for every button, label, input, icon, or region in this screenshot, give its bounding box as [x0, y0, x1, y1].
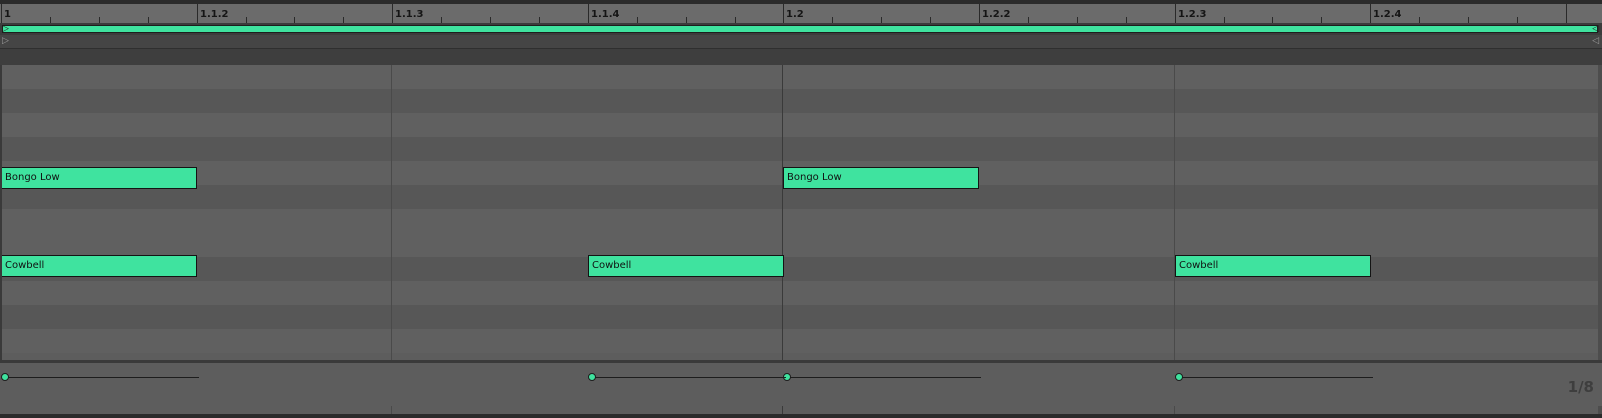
ruler-beat-tick [588, 4, 589, 23]
midi-note-label: Bongo Low [5, 172, 60, 183]
note-lane[interactable] [0, 209, 1602, 233]
velocity-handle[interactable] [588, 373, 596, 381]
midi-note[interactable]: Bongo Low [783, 167, 979, 189]
loop-end-marker-icon[interactable]: ◁ [1592, 24, 1599, 34]
loop-region[interactable] [2, 25, 1598, 33]
ruler-beat-tick [1566, 4, 1567, 23]
ruler-label: 1.1.3 [395, 9, 424, 20]
ruler-label: 1.1.4 [591, 9, 620, 20]
ruler-label: 1.2 [786, 9, 804, 20]
ruler-label: 1.2.2 [982, 9, 1011, 20]
ruler-beat-tick [197, 4, 198, 23]
velocity-lane[interactable]: 1/8 [0, 360, 1602, 406]
note-grid[interactable] [0, 65, 1602, 360]
velocity-stem [1179, 377, 1373, 378]
note-lane[interactable] [0, 65, 1602, 89]
velocity-handle[interactable] [1175, 373, 1183, 381]
ruler-beat-tick [392, 4, 393, 23]
note-lane[interactable] [0, 281, 1602, 305]
note-lane[interactable] [0, 89, 1602, 113]
velocity-stem [5, 377, 199, 378]
loop-brace-bar[interactable]: ▷ ◁ [0, 23, 1602, 35]
midi-clip-editor: 1 1.1.2 1.1.3 1.1.4 1.2 1.2.2 1.2.3 1.2.4 ▷ ◁ ▷… [0, 4, 1602, 414]
midi-note-label: Bongo Low [787, 172, 842, 183]
ruler-beat-tick [783, 4, 784, 23]
start-marker-icon[interactable]: ▷ [2, 36, 9, 46]
velocity-stem [787, 377, 981, 378]
midi-note-label: Cowbell [1179, 260, 1219, 271]
midi-note[interactable]: Cowbell [588, 255, 784, 277]
ruler-label: 1.2.3 [1178, 9, 1207, 20]
loop-start-marker-icon[interactable]: ▷ [2, 24, 9, 34]
midi-note-label: Cowbell [592, 260, 632, 271]
note-lane[interactable] [0, 113, 1602, 137]
ruler-beat-tick [1175, 4, 1176, 23]
ruler-beat-tick [979, 4, 980, 23]
midi-note-label: Cowbell [5, 260, 45, 271]
velocity-handle[interactable] [1, 373, 9, 381]
ruler-label: 1.2.4 [1373, 9, 1402, 20]
midi-note[interactable]: Bongo Low [1, 167, 197, 189]
end-marker-icon[interactable]: ◁ [1592, 36, 1599, 46]
ruler-label: 1 [4, 9, 11, 20]
grid-size-label[interactable]: 1/8 [1568, 378, 1594, 396]
beat-time-ruler[interactable]: 1 1.1.2 1.1.3 1.1.4 1.2 1.2.2 1.2.3 1.2.4 [0, 4, 1602, 23]
midi-note[interactable]: Cowbell [1175, 255, 1371, 277]
note-lane[interactable] [0, 305, 1602, 329]
midi-note[interactable]: Cowbell [1, 255, 197, 277]
note-lane[interactable] [0, 233, 1602, 257]
grid-left-edge [0, 65, 2, 360]
ruler-beat-tick [1, 4, 2, 23]
scrub-area[interactable] [0, 49, 1602, 65]
ruler-beat-tick [1370, 4, 1371, 23]
note-lane[interactable] [0, 137, 1602, 161]
note-lane[interactable] [0, 329, 1602, 353]
start-end-marker-row[interactable]: ▷ ◁ [0, 35, 1602, 49]
ruler-label: 1.1.2 [200, 9, 229, 20]
velocity-stem [592, 377, 786, 378]
